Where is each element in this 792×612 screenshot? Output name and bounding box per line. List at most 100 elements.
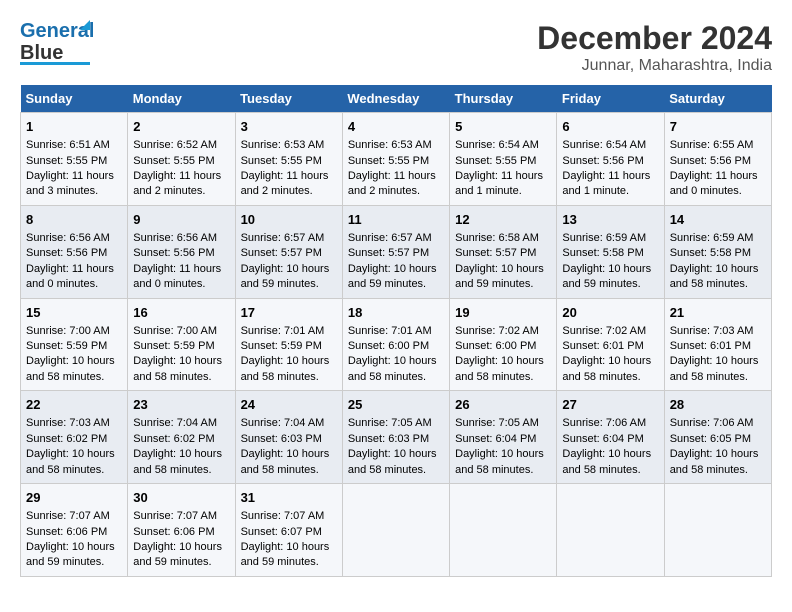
day-number: 6 <box>562 118 658 136</box>
sunset-text: Sunset: 5:58 PM <box>670 247 751 259</box>
sunrise-text: Sunrise: 7:03 AM <box>670 325 754 337</box>
daylight-text: Daylight: 11 hours and 1 minute. <box>455 170 543 197</box>
calendar-cell: 21Sunrise: 7:03 AMSunset: 6:01 PMDayligh… <box>664 298 771 391</box>
column-header-thursday: Thursday <box>450 85 557 113</box>
sunrise-text: Sunrise: 6:54 AM <box>562 139 646 151</box>
calendar-week-row: 22Sunrise: 7:03 AMSunset: 6:02 PMDayligh… <box>21 391 772 484</box>
sunrise-text: Sunrise: 7:02 AM <box>562 325 646 337</box>
day-number: 13 <box>562 211 658 229</box>
sunrise-text: Sunrise: 6:52 AM <box>133 139 217 151</box>
sunrise-text: Sunrise: 7:00 AM <box>133 325 217 337</box>
sunrise-text: Sunrise: 7:06 AM <box>562 417 646 429</box>
sunset-text: Sunset: 5:59 PM <box>133 340 214 352</box>
calendar-cell: 24Sunrise: 7:04 AMSunset: 6:03 PMDayligh… <box>235 391 342 484</box>
sunset-text: Sunset: 5:57 PM <box>455 247 536 259</box>
day-number: 16 <box>133 304 229 322</box>
day-number: 19 <box>455 304 551 322</box>
daylight-text: Daylight: 10 hours and 58 minutes. <box>562 448 651 475</box>
day-number: 24 <box>241 396 337 414</box>
calendar-cell: 20Sunrise: 7:02 AMSunset: 6:01 PMDayligh… <box>557 298 664 391</box>
sunrise-text: Sunrise: 7:07 AM <box>241 510 325 522</box>
sunset-text: Sunset: 6:05 PM <box>670 433 751 445</box>
sunset-text: Sunset: 5:56 PM <box>562 155 643 167</box>
daylight-text: Daylight: 11 hours and 3 minutes. <box>26 170 114 197</box>
calendar-week-row: 29 Sunrise: 7:07 AM Sunset: 6:06 PM Dayligh… <box>21 484 772 577</box>
calendar-cell: 2Sunrise: 6:52 AMSunset: 5:55 PMDaylight… <box>128 113 235 206</box>
sunrise-text: Sunrise: 7:05 AM <box>455 417 539 429</box>
daylight-text: Daylight: 10 hours and 59 minutes. <box>133 541 222 568</box>
calendar-cell: 6Sunrise: 6:54 AMSunset: 5:56 PMDaylight… <box>557 113 664 206</box>
calendar-cell: 26Sunrise: 7:05 AMSunset: 6:04 PMDayligh… <box>450 391 557 484</box>
day-number: 7 <box>670 118 766 136</box>
sunrise-text: Sunrise: 7:05 AM <box>348 417 432 429</box>
daylight-text: Daylight: 10 hours and 58 minutes. <box>670 448 759 475</box>
calendar-cell: 8Sunrise: 6:56 AMSunset: 5:56 PMDaylight… <box>21 205 128 298</box>
sunset-text: Sunset: 5:56 PM <box>133 247 214 259</box>
day-number: 12 <box>455 211 551 229</box>
page-title: December 2024 <box>537 20 772 57</box>
daylight-text: Daylight: 10 hours and 58 minutes. <box>670 355 759 382</box>
calendar-cell <box>557 484 664 577</box>
calendar-cell: 13Sunrise: 6:59 AMSunset: 5:58 PMDayligh… <box>557 205 664 298</box>
sunset-text: Sunset: 5:59 PM <box>241 340 322 352</box>
sunrise-text: Sunrise: 6:53 AM <box>348 139 432 151</box>
daylight-text: Daylight: 10 hours and 59 minutes. <box>348 263 437 290</box>
sunrise-text: Sunrise: 6:59 AM <box>670 232 754 244</box>
column-header-wednesday: Wednesday <box>342 85 449 113</box>
day-number: 29 <box>26 489 122 507</box>
sunset-text: Sunset: 5:56 PM <box>26 247 107 259</box>
daylight-text: Daylight: 10 hours and 58 minutes. <box>241 355 330 382</box>
sunrise-text: Sunrise: 6:51 AM <box>26 139 110 151</box>
day-number: 28 <box>670 396 766 414</box>
sunset-text: Sunset: 6:02 PM <box>133 433 214 445</box>
sunrise-text: Sunrise: 7:07 AM <box>26 510 110 522</box>
day-number: 20 <box>562 304 658 322</box>
sunset-text: Sunset: 6:04 PM <box>455 433 536 445</box>
sunset-text: Sunset: 6:03 PM <box>241 433 322 445</box>
daylight-text: Daylight: 10 hours and 59 minutes. <box>241 263 330 290</box>
calendar-week-row: 8Sunrise: 6:56 AMSunset: 5:56 PMDaylight… <box>21 205 772 298</box>
day-number: 18 <box>348 304 444 322</box>
calendar-table: SundayMondayTuesdayWednesdayThursdayFrid… <box>20 85 772 577</box>
calendar-cell: 30Sunrise: 7:07 AMSunset: 6:06 PMDayligh… <box>128 484 235 577</box>
day-number: 9 <box>133 211 229 229</box>
calendar-cell <box>664 484 771 577</box>
calendar-cell: 25Sunrise: 7:05 AMSunset: 6:03 PMDayligh… <box>342 391 449 484</box>
daylight-text: Daylight: 11 hours and 0 minutes. <box>133 263 221 290</box>
calendar-cell: 1Sunrise: 6:51 AMSunset: 5:55 PMDaylight… <box>21 113 128 206</box>
sunset-text: Sunset: 5:57 PM <box>241 247 322 259</box>
daylight-text: Daylight: 10 hours and 58 minutes. <box>670 263 759 290</box>
day-number: 5 <box>455 118 551 136</box>
daylight-text: Daylight: 10 hours and 58 minutes. <box>133 355 222 382</box>
daylight-text: Daylight: 10 hours and 59 minutes. <box>455 263 544 290</box>
page-subtitle: Junnar, Maharashtra, India <box>537 57 772 75</box>
day-number: 31 <box>241 489 337 507</box>
sunset-text: Sunset: 5:58 PM <box>562 247 643 259</box>
daylight-text: Daylight: 10 hours and 58 minutes. <box>26 355 115 382</box>
sunset-text: Sunset: 6:01 PM <box>670 340 751 352</box>
calendar-cell: 27Sunrise: 7:06 AMSunset: 6:04 PMDayligh… <box>557 391 664 484</box>
daylight-text: Daylight: 10 hours and 59 minutes. <box>26 541 115 568</box>
sunrise-text: Sunrise: 7:01 AM <box>348 325 432 337</box>
sunset-text: Sunset: 6:01 PM <box>562 340 643 352</box>
calendar-cell: 17Sunrise: 7:01 AMSunset: 5:59 PMDayligh… <box>235 298 342 391</box>
daylight-text: Daylight: 10 hours and 59 minutes. <box>562 263 651 290</box>
column-header-sunday: Sunday <box>21 85 128 113</box>
calendar-cell: 28Sunrise: 7:06 AMSunset: 6:05 PMDayligh… <box>664 391 771 484</box>
sunrise-text: Sunrise: 7:01 AM <box>241 325 325 337</box>
sunset-text: Sunset: 6:06 PM <box>133 526 214 538</box>
sunset-text: Sunset: 6:03 PM <box>348 433 429 445</box>
sunrise-text: Sunrise: 6:57 AM <box>348 232 432 244</box>
calendar-cell: 23Sunrise: 7:04 AMSunset: 6:02 PMDayligh… <box>128 391 235 484</box>
calendar-cell: 10Sunrise: 6:57 AMSunset: 5:57 PMDayligh… <box>235 205 342 298</box>
calendar-cell <box>342 484 449 577</box>
day-number: 10 <box>241 211 337 229</box>
sunset-text: Sunset: 6:02 PM <box>26 433 107 445</box>
day-number: 4 <box>348 118 444 136</box>
daylight-text: Daylight: 11 hours and 2 minutes. <box>133 170 221 197</box>
sunset-text: Sunset: 5:57 PM <box>348 247 429 259</box>
calendar-cell: 31Sunrise: 7:07 AMSunset: 6:07 PMDayligh… <box>235 484 342 577</box>
daylight-text: Daylight: 11 hours and 0 minutes. <box>26 263 114 290</box>
sunrise-text: Sunrise: 6:53 AM <box>241 139 325 151</box>
daylight-text: Daylight: 10 hours and 59 minutes. <box>241 541 330 568</box>
